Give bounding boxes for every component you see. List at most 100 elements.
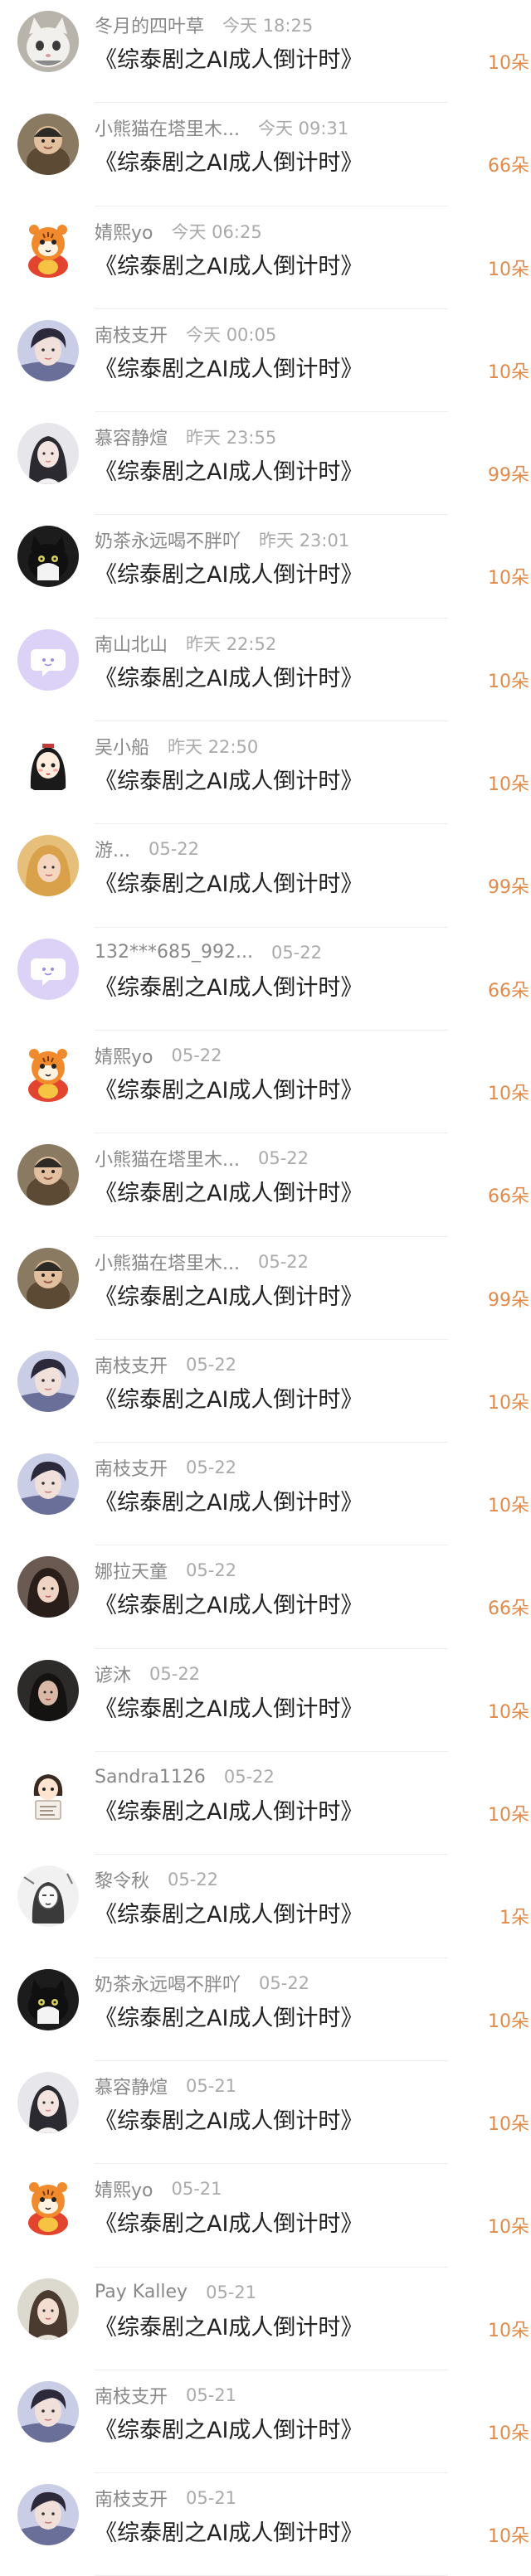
user-avatar[interactable] [17, 938, 79, 1000]
gift-record-row[interactable]: 吴小船 昨天 22:50 《综泰剧之AI成人倒计时》 10朵 [0, 721, 531, 825]
user-avatar[interactable] [17, 216, 79, 279]
book-title[interactable]: 《综泰剧之AI成人倒计时》 [95, 1691, 363, 1723]
gift-record-row[interactable]: 婧熙yo 05-21 《综泰剧之AI成人倒计时》 10朵 [0, 2164, 531, 2268]
book-title[interactable]: 《综泰剧之AI成人倒计时》 [95, 1381, 363, 1414]
gift-record-row[interactable]: 小熊猫在塔里木... 今天 09:31 《综泰剧之AI成人倒计时》 66朵 [0, 103, 531, 206]
user-avatar[interactable] [17, 319, 79, 381]
user-name[interactable]: 婧熙yo [95, 2176, 153, 2202]
user-avatar[interactable] [17, 732, 79, 794]
user-avatar[interactable] [17, 1763, 79, 1825]
gift-record-row[interactable]: 慕容静煊 昨天 23:55 《综泰剧之AI成人倒计时》 99朵 [0, 412, 531, 516]
user-avatar[interactable] [17, 526, 79, 588]
gift-record-row[interactable]: 132***685_992... 05-22 《综泰剧之AI成人倒计时》 66朵 [0, 928, 531, 1031]
user-name[interactable]: 南枝支开 [95, 2485, 168, 2511]
book-title[interactable]: 《综泰剧之AI成人倒计时》 [95, 1793, 363, 1826]
user-avatar[interactable] [17, 1350, 79, 1412]
user-avatar[interactable] [17, 2380, 79, 2443]
user-avatar[interactable] [17, 1968, 79, 2030]
gift-record-row[interactable]: 谚沐 05-22 《综泰剧之AI成人倒计时》 10朵 [0, 1649, 531, 1753]
user-name[interactable]: 奶茶永远喝不胖吖 [95, 526, 241, 553]
user-avatar[interactable] [17, 1659, 79, 1721]
user-name[interactable]: Pay Kalley [95, 2282, 188, 2302]
gift-record-row[interactable]: 南枝支开 05-22 《综泰剧之AI成人倒计时》 10朵 [0, 1443, 531, 1546]
user-avatar[interactable] [17, 835, 79, 897]
user-name[interactable]: 游... [95, 836, 130, 862]
user-name[interactable]: 谚沐 [95, 1661, 131, 1687]
user-name[interactable]: 黎令秋 [95, 1866, 149, 1893]
book-title[interactable]: 《综泰剧之AI成人倒计时》 [95, 1072, 363, 1104]
gift-record-row[interactable]: 婧熙yo 05-22 《综泰剧之AI成人倒计时》 10朵 [0, 1031, 531, 1134]
gift-record-row[interactable]: 小熊猫在塔里木... 05-22 《综泰剧之AI成人倒计时》 66朵 [0, 1133, 531, 1237]
user-avatar[interactable] [17, 1556, 79, 1618]
user-name[interactable]: 慕容静煊 [95, 2073, 168, 2099]
book-title[interactable]: 《综泰剧之AI成人倒计时》 [95, 1484, 363, 1516]
book-title[interactable]: 《综泰剧之AI成人倒计时》 [95, 144, 363, 177]
user-name[interactable]: 慕容静煊 [95, 424, 168, 450]
book-title[interactable]: 《综泰剧之AI成人倒计时》 [95, 2103, 363, 2135]
gift-record-row[interactable]: 黎令秋 05-22 《综泰剧之AI成人倒计时》 1朵 [0, 1855, 531, 1958]
user-name[interactable]: Sandra1126 [95, 1767, 206, 1788]
gift-record-row[interactable]: 南枝支开 05-22 《综泰剧之AI成人倒计时》 10朵 [0, 1340, 531, 1443]
user-name[interactable]: 132***685_992... [95, 942, 253, 963]
book-title[interactable]: 《综泰剧之AI成人倒计时》 [95, 248, 363, 280]
book-title[interactable]: 《综泰剧之AI成人倒计时》 [95, 2515, 363, 2547]
book-title[interactable]: 《综泰剧之AI成人倒计时》 [95, 2412, 363, 2444]
book-title[interactable]: 《综泰剧之AI成人倒计时》 [95, 1175, 363, 1207]
user-name[interactable]: 婧熙yo [95, 218, 153, 245]
user-avatar[interactable] [17, 1247, 79, 1309]
user-avatar[interactable] [17, 1453, 79, 1516]
gift-record-row[interactable]: 婧熙yo 今天 06:25 《综泰剧之AI成人倒计时》 10朵 [0, 206, 531, 309]
user-avatar[interactable] [17, 2175, 79, 2237]
user-name[interactable]: 南枝支开 [95, 1351, 168, 1378]
book-title[interactable]: 《综泰剧之AI成人倒计时》 [95, 763, 363, 795]
book-title[interactable]: 《综泰剧之AI成人倒计时》 [95, 351, 363, 383]
gift-record-row[interactable]: 南枝支开 05-21 《综泰剧之AI成人倒计时》 10朵 [0, 2370, 531, 2474]
gift-record-row[interactable]: 奶茶永远喝不胖吖 昨天 23:01 《综泰剧之AI成人倒计时》 10朵 [0, 515, 531, 619]
user-avatar[interactable] [17, 2071, 79, 2133]
book-title[interactable]: 《综泰剧之AI成人倒计时》 [95, 1896, 363, 1928]
gift-record-row[interactable]: 小熊猫在塔里木... 05-22 《综泰剧之AI成人倒计时》 99朵 [0, 1237, 531, 1340]
user-name[interactable]: 奶茶永远喝不胖吖 [95, 1970, 241, 1996]
book-title[interactable]: 《综泰剧之AI成人倒计时》 [95, 41, 363, 74]
user-avatar[interactable] [17, 423, 79, 485]
gift-record-row[interactable]: 南山北山 昨天 22:52 《综泰剧之AI成人倒计时》 10朵 [0, 619, 531, 722]
user-name[interactable]: 南枝支开 [95, 321, 168, 347]
gift-record-row[interactable]: 冬月的四叶草 今天 18:25 《综泰剧之AI成人倒计时》 10朵 [0, 0, 531, 104]
user-name[interactable]: 小熊猫在塔里木... [95, 1249, 240, 1275]
book-title[interactable]: 《综泰剧之AI成人倒计时》 [95, 556, 363, 589]
user-name[interactable]: 小熊猫在塔里木... [95, 114, 240, 141]
user-avatar[interactable] [17, 1041, 79, 1103]
user-name[interactable]: 南枝支开 [95, 2382, 168, 2409]
gift-record-row[interactable]: Sandra1126 05-22 《综泰剧之AI成人倒计时》 10朵 [0, 1752, 531, 1856]
user-avatar[interactable] [17, 11, 79, 72]
book-title[interactable]: 《综泰剧之AI成人倒计时》 [95, 2000, 363, 2032]
user-avatar[interactable] [17, 114, 79, 176]
user-name[interactable]: 南枝支开 [95, 1454, 168, 1481]
book-title[interactable]: 《综泰剧之AI成人倒计时》 [95, 1587, 363, 1619]
book-title[interactable]: 《综泰剧之AI成人倒计时》 [95, 1278, 363, 1311]
gift-record-row[interactable]: 南枝支开 今天 00:05 《综泰剧之AI成人倒计时》 10朵 [0, 309, 531, 413]
user-avatar[interactable] [17, 2278, 79, 2340]
user-avatar[interactable] [17, 2484, 79, 2546]
book-title[interactable]: 《综泰剧之AI成人倒计时》 [95, 866, 363, 898]
gift-record-row[interactable]: 奶茶永远喝不胖吖 05-22 《综泰剧之AI成人倒计时》 10朵 [0, 1958, 531, 2061]
gift-record-row[interactable]: 南枝支开 05-21 《综泰剧之AI成人倒计时》 10朵 [0, 2473, 531, 2576]
user-name[interactable]: 吴小船 [95, 733, 149, 759]
user-avatar[interactable] [17, 1865, 79, 1928]
user-name[interactable]: 南山北山 [95, 630, 168, 657]
book-title[interactable]: 《综泰剧之AI成人倒计时》 [95, 660, 363, 692]
user-name[interactable]: 娜拉天童 [95, 1557, 168, 1584]
user-name[interactable]: 冬月的四叶草 [95, 12, 204, 38]
user-name[interactable]: 小熊猫在塔里木... [95, 1145, 240, 1172]
user-avatar[interactable] [17, 628, 79, 691]
user-name[interactable]: 婧熙yo [95, 1042, 153, 1069]
book-title[interactable]: 《综泰剧之AI成人倒计时》 [95, 969, 363, 1002]
gift-record-row[interactable]: 慕容静煊 05-21 《综泰剧之AI成人倒计时》 10朵 [0, 2061, 531, 2165]
gift-record-row[interactable]: 娜拉天童 05-22 《综泰剧之AI成人倒计时》 66朵 [0, 1545, 531, 1649]
gift-record-row[interactable]: 游... 05-22 《综泰剧之AI成人倒计时》 99朵 [0, 824, 531, 928]
book-title[interactable]: 《综泰剧之AI成人倒计时》 [95, 2309, 363, 2341]
gift-record-row[interactable]: Pay Kalley 05-21 《综泰剧之AI成人倒计时》 10朵 [0, 2268, 531, 2370]
book-title[interactable]: 《综泰剧之AI成人倒计时》 [95, 454, 363, 486]
user-avatar[interactable] [17, 1144, 79, 1206]
book-title[interactable]: 《综泰剧之AI成人倒计时》 [95, 2205, 363, 2238]
